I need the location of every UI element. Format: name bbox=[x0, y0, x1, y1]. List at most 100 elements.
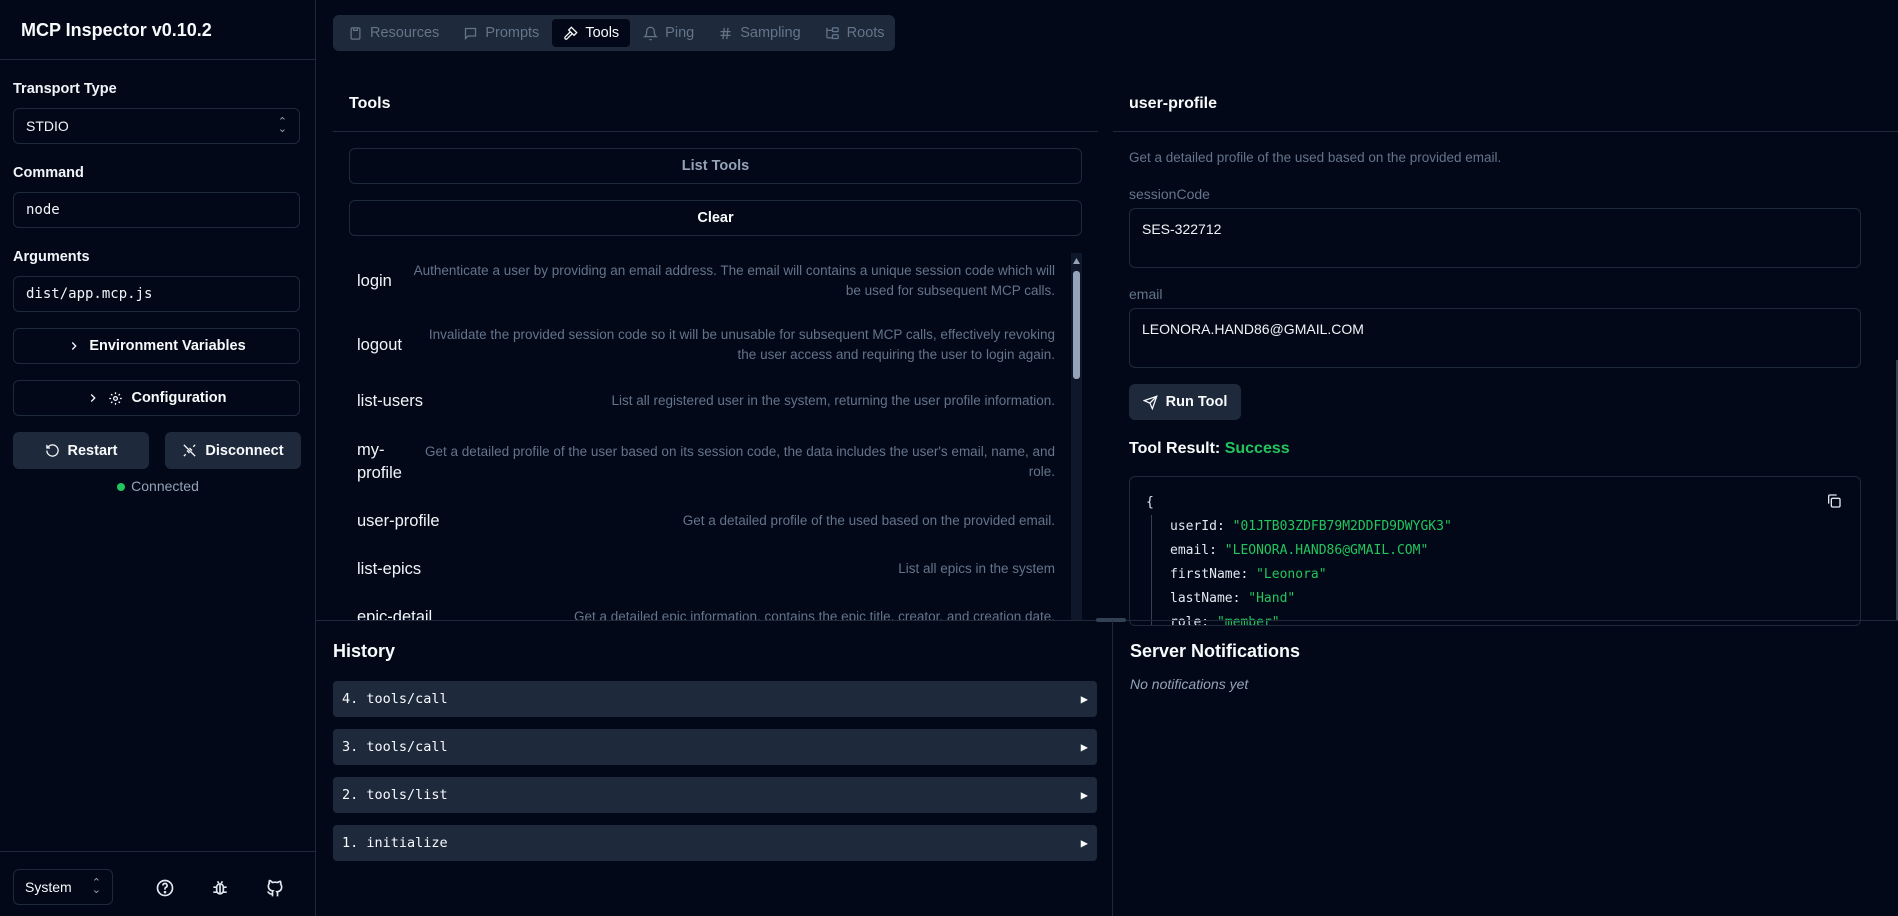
chevron-right-icon bbox=[91, 394, 97, 402]
json-value: "Hand" bbox=[1248, 591, 1296, 606]
play-icon: ▶ bbox=[1080, 692, 1088, 706]
tool-name: login bbox=[357, 271, 392, 290]
tool-description: Invalidate the provided session code so … bbox=[428, 327, 1055, 362]
arguments-label: Arguments bbox=[13, 249, 90, 265]
tool-name: logout bbox=[357, 335, 402, 354]
tab-resources-label: Resources bbox=[370, 25, 440, 41]
tool-name: list-users bbox=[357, 391, 424, 410]
disconnect-button[interactable]: Disconnect bbox=[165, 432, 301, 469]
chevron-right-icon bbox=[72, 342, 77, 350]
email-field[interactable]: LEONORA.HAND86@GMAIL.COM bbox=[1129, 308, 1861, 368]
json-line: lastName: "Hand" bbox=[1170, 587, 1844, 611]
list-tools-button[interactable]: List Tools bbox=[349, 148, 1082, 184]
tool-description: Get a detailed profile of the used based… bbox=[682, 513, 1055, 528]
tab-resources[interactable]: Resources bbox=[337, 19, 450, 47]
server-notifications-panel: Server Notifications No notifications ye… bbox=[1112, 621, 1898, 916]
tab-ping-label: Ping bbox=[665, 25, 695, 41]
tool-description: List all epics in the system bbox=[898, 561, 1055, 576]
json-value: "Leonora" bbox=[1256, 567, 1327, 582]
play-icon: ▶ bbox=[1080, 836, 1088, 850]
tools-panel: Tools List Tools Clear login Authenticat… bbox=[333, 70, 1098, 620]
history-item-label: 3. tools/call bbox=[342, 739, 448, 755]
gear-icon bbox=[109, 391, 123, 405]
history-title: History bbox=[333, 641, 396, 661]
tool-result-status: Success bbox=[1224, 440, 1290, 457]
list-item[interactable]: logout Invalidate the provided session c… bbox=[349, 325, 1063, 365]
transport-type-select[interactable]: STDIO ⌃ ⌄ bbox=[13, 108, 300, 144]
message-icon bbox=[465, 27, 477, 40]
json-line: firstName: "Leonora" bbox=[1170, 563, 1844, 587]
arguments-input[interactable]: dist/app.mcp.js bbox=[13, 276, 300, 312]
list-item[interactable]: user-profile Get a detailed profile of t… bbox=[349, 509, 1063, 533]
tab-ping[interactable]: Ping bbox=[632, 19, 705, 47]
clear-button[interactable]: Clear bbox=[349, 200, 1082, 236]
play-icon: ▶ bbox=[1080, 740, 1088, 754]
tab-tools-label: Tools bbox=[585, 25, 620, 41]
tab-roots-label: Roots bbox=[846, 25, 885, 41]
command-label: Command bbox=[13, 165, 84, 181]
help-circle-icon[interactable] bbox=[155, 878, 175, 898]
tool-description: Get a detailed epic information, contain… bbox=[573, 609, 1055, 620]
server-notifications-title: Server Notifications bbox=[1130, 641, 1301, 661]
tool-name: user-profile bbox=[357, 511, 440, 530]
bottom-panel: History 4. tools/call ▶ 3. tools/call ▶ … bbox=[316, 618, 1898, 916]
json-key: firstName: bbox=[1170, 567, 1249, 582]
sidebar-footer: System ⌃ ⌄ bbox=[0, 851, 316, 916]
list-item[interactable]: login Authenticate a user by providing a… bbox=[349, 261, 1063, 301]
hash-icon bbox=[720, 27, 731, 39]
configuration-button[interactable]: Configuration bbox=[13, 380, 300, 416]
tool-description: Get a detailed profile of the user based… bbox=[425, 444, 1055, 479]
unplug-icon bbox=[183, 444, 196, 457]
tab-prompts[interactable]: Prompts bbox=[452, 19, 550, 47]
tab-roots[interactable]: Roots bbox=[814, 19, 896, 47]
json-line: userId: "01JTB03ZDFB79M2DDFD9DWYGK3" bbox=[1170, 515, 1844, 539]
chevron-up-down-icon: ⌃ ⌄ bbox=[277, 116, 287, 135]
json-line: email: "LEONORA.HAND86@GMAIL.COM" bbox=[1170, 539, 1844, 563]
run-tool-label: Run Tool bbox=[1165, 394, 1228, 410]
history-item[interactable]: 1. initialize ▶ bbox=[333, 825, 1097, 861]
session-code-label: sessionCode bbox=[1129, 186, 1210, 202]
json-body: userId: "01JTB03ZDFB79M2DDFD9DWYGK3" ema… bbox=[1151, 515, 1844, 625]
tool-result-json: { userId: "01JTB03ZDFB79M2DDFD9DWYGK3" e… bbox=[1129, 476, 1861, 626]
environment-variables-button[interactable]: Environment Variables bbox=[13, 328, 300, 364]
run-tool-button[interactable]: Run Tool bbox=[1129, 384, 1241, 420]
list-item[interactable]: epic-detail Get a detailed epic informat… bbox=[349, 605, 1063, 621]
tab-bar: Resources Prompts Tools Ping Sampling Ro… bbox=[333, 15, 895, 51]
list-item[interactable]: list-epics List all epics in the system bbox=[349, 557, 1063, 581]
list-item[interactable]: list-users List all registered user in t… bbox=[349, 389, 1063, 413]
tool-name: list-epics bbox=[357, 559, 422, 578]
history-item[interactable]: 2. tools/list ▶ bbox=[333, 777, 1097, 813]
send-icon bbox=[1142, 394, 1158, 410]
bug-icon[interactable] bbox=[210, 878, 230, 898]
tool-detail-title: user-profile bbox=[1113, 70, 1898, 132]
restart-button[interactable]: Restart bbox=[13, 432, 149, 469]
history-item-label: 1. initialize bbox=[342, 835, 448, 851]
json-key: email: bbox=[1170, 543, 1217, 558]
list-item[interactable]: my-profile Get a detailed profile of the… bbox=[349, 438, 1063, 486]
history-item[interactable]: 4. tools/call ▶ bbox=[333, 681, 1097, 717]
tool-list-scrollbar[interactable] bbox=[1071, 253, 1082, 620]
history-item[interactable]: 3. tools/call ▶ bbox=[333, 729, 1097, 765]
tool-name: epic-detail bbox=[357, 607, 433, 621]
theme-select[interactable]: System ⌃ ⌄ bbox=[13, 869, 113, 905]
hammer-icon bbox=[564, 25, 578, 40]
notifications-empty-text: No notifications yet bbox=[1130, 676, 1249, 692]
session-code-input[interactable]: SES-322712 bbox=[1129, 208, 1861, 268]
json-value: "LEONORA.HAND86@GMAIL.COM" bbox=[1224, 543, 1429, 558]
tab-tools[interactable]: Tools bbox=[552, 19, 631, 47]
copy-icon[interactable] bbox=[1826, 493, 1842, 509]
json-open-brace: { bbox=[1146, 495, 1154, 510]
tool-result-heading: Tool Result: Success bbox=[1129, 440, 1290, 458]
json-value: "01JTB03ZDFB79M2DDFD9DWYGK3" bbox=[1232, 519, 1452, 534]
tab-sampling-label: Sampling bbox=[740, 25, 801, 41]
json-key: lastName: bbox=[1170, 591, 1241, 606]
rotate-ccw-icon bbox=[45, 444, 59, 457]
environment-variables-label: Environment Variables bbox=[89, 338, 246, 354]
folder-tree-icon bbox=[825, 26, 839, 39]
tab-sampling[interactable]: Sampling bbox=[707, 19, 811, 47]
github-icon[interactable] bbox=[265, 878, 285, 898]
command-input[interactable]: node bbox=[13, 192, 300, 228]
chevron-up-down-icon: ⌃ ⌄ bbox=[91, 877, 101, 896]
tool-description: List all registered user in the system, … bbox=[611, 393, 1055, 408]
transport-type-label: Transport Type bbox=[13, 81, 117, 97]
